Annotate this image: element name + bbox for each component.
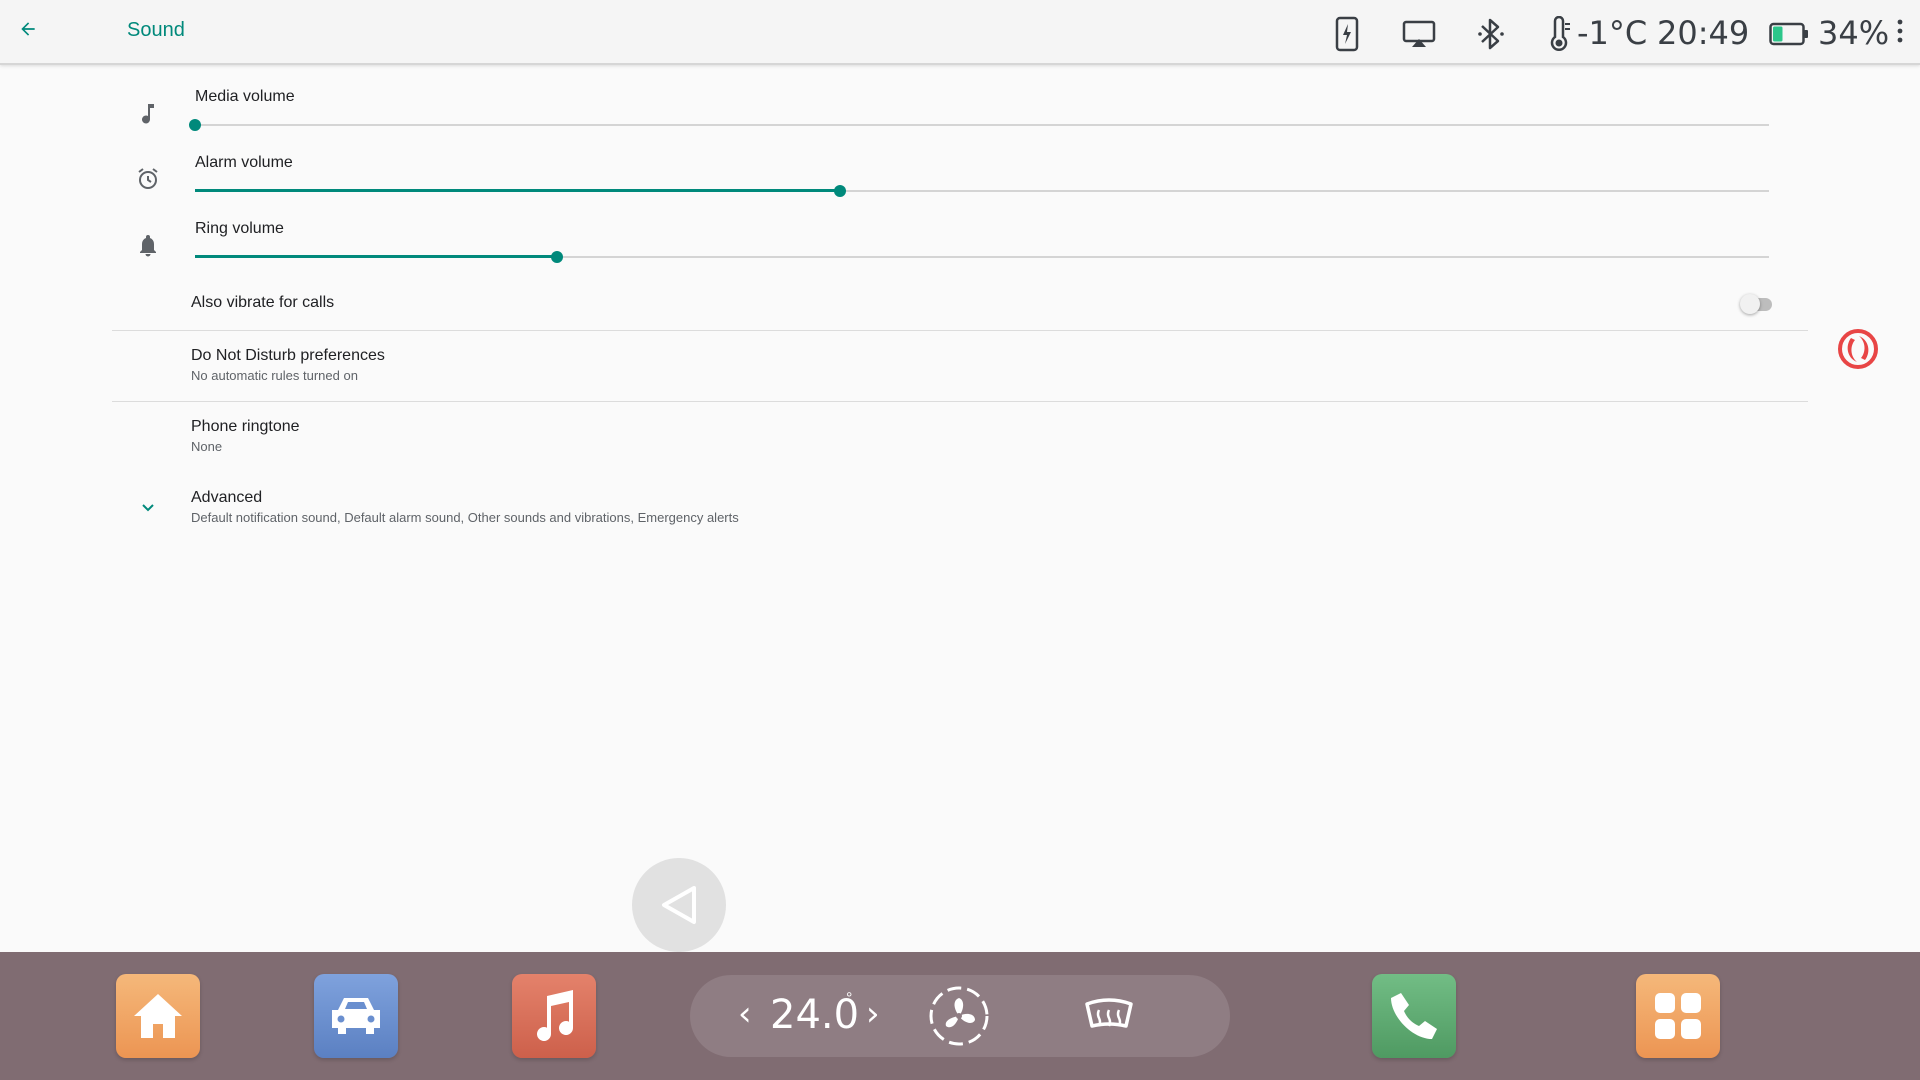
car-icon (332, 998, 380, 1034)
fan-button[interactable] (926, 983, 992, 1049)
ring-volume-label: Ring volume (195, 220, 284, 237)
do-not-disturb-subtitle: No automatic rules turned on (191, 368, 358, 383)
media-volume-label: Media volume (195, 88, 295, 105)
screen-cast-icon (1401, 16, 1437, 52)
climate-temperature-unit: ° (846, 990, 853, 1007)
music-note-icon (134, 99, 162, 127)
slider-track (195, 124, 1769, 126)
home-icon (134, 994, 182, 1038)
slider-thumb[interactable] (551, 251, 564, 263)
slider-fill (195, 189, 841, 192)
overflow-menu-icon[interactable] (1896, 18, 1904, 46)
phone-ringtone-subtitle: None (191, 439, 223, 454)
slider-thumb[interactable] (189, 119, 201, 131)
rear-defrost-button[interactable] (1076, 983, 1142, 1049)
floating-back-button[interactable] (632, 858, 726, 952)
battery-percent: 34% (1818, 14, 1890, 52)
rear-defrost-icon (1085, 998, 1133, 1028)
apps-grid-button[interactable] (1636, 974, 1720, 1058)
alarm-volume-slider[interactable] (195, 184, 1769, 198)
arrow-left-icon (21, 22, 35, 36)
outside-temperature: -1°C (1577, 14, 1648, 52)
battery-icon (1769, 16, 1809, 52)
divider (112, 330, 1808, 331)
car-app-button[interactable] (314, 974, 398, 1058)
music-note-icon (537, 990, 574, 1042)
chevron-down-icon (134, 494, 162, 522)
advanced-subtitle: Default notification sound, Default alar… (191, 510, 739, 525)
vibrate-for-calls-toggle[interactable] (1740, 293, 1774, 315)
do-not-disturb-title: Do Not Disturb preferences (191, 347, 385, 364)
back-button[interactable] (10, 11, 46, 47)
slider-thumb[interactable] (834, 185, 847, 197)
thermometer-icon (1545, 16, 1573, 52)
home-app-button[interactable] (116, 974, 200, 1058)
temperature-decrease-button[interactable]: ‹ (738, 994, 752, 1034)
bell-icon (134, 231, 162, 259)
clock: 20:49 (1657, 14, 1750, 52)
triangle-back-icon (662, 886, 696, 924)
temperature-increase-button[interactable]: › (866, 994, 880, 1034)
music-app-button[interactable] (512, 974, 596, 1058)
phone-charging-icon (1333, 16, 1361, 52)
vibrate-for-calls-label[interactable]: Also vibrate for calls (191, 294, 334, 312)
alarm-volume-label: Alarm volume (195, 154, 293, 171)
phone-ringtone-item[interactable] (112, 403, 1808, 471)
bluetooth-icon (1475, 16, 1507, 52)
brand-logo (1837, 328, 1879, 370)
media-volume-slider[interactable] (189, 118, 1769, 132)
apps-grid-icon (1655, 993, 1701, 1039)
fan-icon (929, 986, 989, 1046)
phone-icon (1391, 993, 1437, 1039)
page-title: Sound (127, 19, 185, 41)
advanced-item[interactable] (112, 474, 1808, 542)
phone-ringtone-title: Phone ringtone (191, 418, 300, 435)
alarm-clock-icon (134, 165, 162, 193)
divider (112, 401, 1808, 402)
toggle-knob (1740, 294, 1760, 314)
slider-fill (195, 255, 558, 258)
phone-app-button[interactable] (1372, 974, 1456, 1058)
advanced-title: Advanced (191, 489, 263, 506)
do-not-disturb-item[interactable] (112, 332, 1808, 400)
ring-volume-slider[interactable] (195, 250, 1769, 264)
